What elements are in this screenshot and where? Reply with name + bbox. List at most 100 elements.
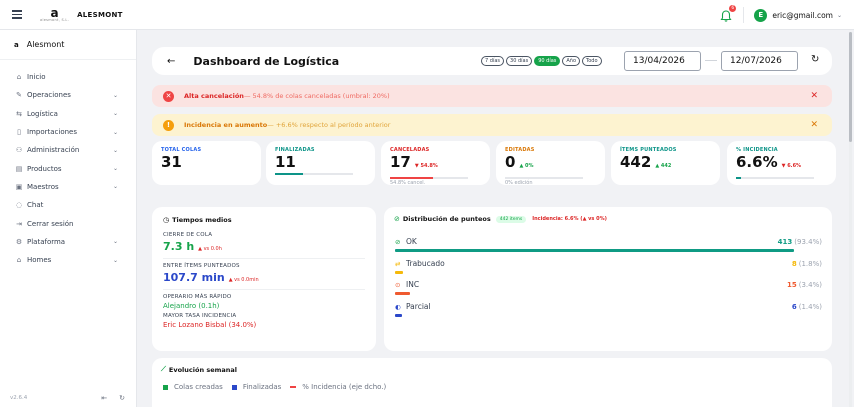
kpi-sub: 0% edición xyxy=(505,180,533,186)
alert-title: Incidencia en aumento xyxy=(184,121,268,129)
dist-bar-inc xyxy=(395,292,410,295)
chevron-down-icon: ⌄ xyxy=(112,256,118,264)
scrollbar-thumb[interactable] xyxy=(849,32,852,142)
error-icon: ✕ xyxy=(163,90,174,102)
kpi-incidencia: % INCIDENCIA 6.6% ▼ 6.6% xyxy=(727,141,836,185)
sidebar-item-homes[interactable]: ⌂ Homes ⌄ xyxy=(0,251,136,269)
kpi-items-punteados: ÍTEMS PUNTEADOS 442 ▲ 442 xyxy=(611,141,720,185)
entre-value: 107.7 min xyxy=(163,271,225,284)
chevron-down-icon: ⌄ xyxy=(112,238,118,246)
check-circle-icon: ⊘ xyxy=(395,237,401,246)
kpi-trend: ▲ 0% xyxy=(519,163,534,169)
line-chart-icon: ⟋ xyxy=(161,365,166,373)
range-chip-year[interactable]: Año xyxy=(562,56,581,66)
kpi-canceladas: CANCELADAS 17 ▼ 54.8% 54.8% cancel. xyxy=(381,141,490,186)
logout-icon: ⇥ xyxy=(16,219,22,228)
sidebar-item-logistica[interactable]: ⇆ Logística ⌄ xyxy=(0,105,136,123)
chevron-down-icon: ⌄ xyxy=(112,165,118,173)
chevron-down-icon: ⌄ xyxy=(112,110,118,118)
range-chip-all[interactable]: Todo xyxy=(582,56,602,66)
alert-title: Alta cancelación xyxy=(184,92,244,100)
legend-colas-creadas[interactable]: Colas creadas xyxy=(163,383,223,391)
home-icon: ⌂ xyxy=(16,73,22,82)
sidebar-item-maestros[interactable]: ▣ Maestros ⌄ xyxy=(0,178,136,196)
route-icon: ⇆ xyxy=(16,109,22,118)
legend-incidencia[interactable]: % Incidencia (eje dcho.) xyxy=(290,383,386,391)
gear-icon: ⚙ xyxy=(15,237,23,246)
chevron-down-icon: ⌄ xyxy=(112,183,118,191)
sidebar-item-plataforma[interactable]: ⚙ Plataforma ⌄ xyxy=(0,233,136,251)
evolucion-semanal-card: ⟋ Evolución semanal Colas creadas Finaliz… xyxy=(152,358,832,407)
sidebar-item-importaciones[interactable]: ▯ Importaciones ⌄ xyxy=(0,123,136,141)
close-icon[interactable]: ✕ xyxy=(810,91,818,101)
sidebar-item-operaciones[interactable]: ✎ Operaciones ⌄ xyxy=(0,86,136,104)
check-circle-icon: ⊘ xyxy=(394,215,400,223)
avatar[interactable]: E xyxy=(754,8,768,22)
sidebar-item-inicio[interactable]: ⌂ Inicio xyxy=(0,68,136,86)
company-name: Alesmont xyxy=(26,40,65,49)
date-from-field[interactable]: 13/04/2026 xyxy=(624,51,701,71)
card-title: Evolución semanal xyxy=(168,365,238,374)
tiempos-medios-card: ◷ Tiempos medios CIERRE DE COLA 7.3 h ▲ vs… xyxy=(152,207,376,351)
refresh-icon[interactable]: ↻ xyxy=(811,54,819,65)
items-pill: 442 items xyxy=(495,215,527,223)
chevron-down-icon[interactable]: ⌄ xyxy=(837,12,842,19)
incidencia-note: Incidencia: 6.6% (▲ vs 0%) xyxy=(532,216,607,222)
sidebar-item-administracion[interactable]: ⚇ Administración ⌄ xyxy=(0,141,136,159)
kpi-value: 442 xyxy=(620,153,652,171)
kpi-trend: ▼ 6.6% xyxy=(781,163,802,169)
card-title: Distribución de punteos xyxy=(402,215,491,223)
chevron-down-icon: ⌄ xyxy=(112,128,118,136)
back-arrow-icon[interactable]: ← xyxy=(167,56,175,67)
cierre-value: 7.3 h xyxy=(163,240,195,253)
notifications-bell-icon[interactable]: 6 xyxy=(719,5,737,22)
kpi-value: 11 xyxy=(275,153,296,171)
range-chip-7[interactable]: 7 días xyxy=(481,56,505,66)
kpi-total-colas: TOTAL COLAS 31 xyxy=(152,141,261,185)
alert-cancelacion: ✕ Alta cancelación — 54.8% de colas canc… xyxy=(152,85,832,107)
sidebar-footer: v2.6.4 ⇤ ↻ xyxy=(0,389,137,407)
kpi-sub: 54.8% cancel. xyxy=(390,180,426,186)
user-email[interactable]: eric@gmail.com xyxy=(772,11,833,20)
range-chip-30[interactable]: 30 días xyxy=(506,56,533,66)
book-icon: ▣ xyxy=(15,182,23,191)
refresh-icon[interactable]: ↻ xyxy=(119,394,125,402)
divider xyxy=(163,258,365,259)
chat-icon: ◌ xyxy=(15,201,23,210)
sidebar-item-productos[interactable]: ▤ Productos ⌄ xyxy=(0,159,136,177)
sidebar-item-cerrar-sesion[interactable]: ⇥ Cerrar sesión xyxy=(0,214,136,232)
dist-row-trabucado: ⇄ Trabucado 8 (1.8%) xyxy=(395,259,822,274)
distribucion-card: ⊘ Distribución de punteos 442 items Inci… xyxy=(384,207,832,351)
sidebar-logo: a xyxy=(14,40,19,49)
kpi-trend: ▲ 442 xyxy=(655,163,672,169)
kpi-trend: ▼ 54.8% xyxy=(414,163,438,169)
alert-detail: — +6.6% respecto al período anterior xyxy=(267,121,391,129)
legend-finalizadas[interactable]: Finalizadas xyxy=(231,383,281,391)
chart-legend: Colas creadas Finalizadas % Incidencia (… xyxy=(161,383,823,391)
users-icon: ⚇ xyxy=(15,146,23,155)
chevron-down-icon: ⌄ xyxy=(112,91,118,99)
kpi-value: 0 xyxy=(505,153,516,171)
alert-detail: — 54.8% de colas canceladas (umbral: 20%… xyxy=(243,92,390,100)
dist-row-inc: ⊙ INC 15 (3.4%) xyxy=(395,280,822,295)
alert-incidencia: ! Incidencia en aumento — +6.6% respecto… xyxy=(152,114,832,136)
card-title: Tiempos medios xyxy=(172,216,232,224)
collapse-icon[interactable]: ⇤ xyxy=(101,394,107,402)
file-icon: ▯ xyxy=(17,128,21,137)
mayor-value: Eric Lozano Bisbal (34.0%) xyxy=(163,321,257,329)
sidebar-item-chat[interactable]: ◌ Chat xyxy=(0,196,136,214)
date-to-field[interactable]: 12/07/2026 xyxy=(721,51,798,71)
kpi-value: 17 xyxy=(390,153,411,171)
divider xyxy=(163,289,365,290)
clock-icon: ◷ xyxy=(163,216,170,224)
range-chip-90[interactable]: 90 días xyxy=(534,56,561,66)
dist-bar-parcial xyxy=(395,314,402,317)
range-chips: 7 días 30 días 90 días Año Todo xyxy=(481,56,602,66)
close-icon[interactable]: ✕ xyxy=(810,120,818,130)
logo[interactable]: a alesmont, S.L. xyxy=(40,7,69,23)
menu-icon[interactable] xyxy=(12,10,22,19)
warning-icon: ! xyxy=(163,119,174,131)
sidebar: a Alesmont ⌂ Inicio ✎ Operaciones ⌄ ⇆ Lo… xyxy=(0,30,137,407)
kpi-finalizadas: FINALIZADAS 11 xyxy=(266,141,375,185)
dist-row-parcial: ◐ Parcial 6 (1.4%) xyxy=(395,302,822,317)
